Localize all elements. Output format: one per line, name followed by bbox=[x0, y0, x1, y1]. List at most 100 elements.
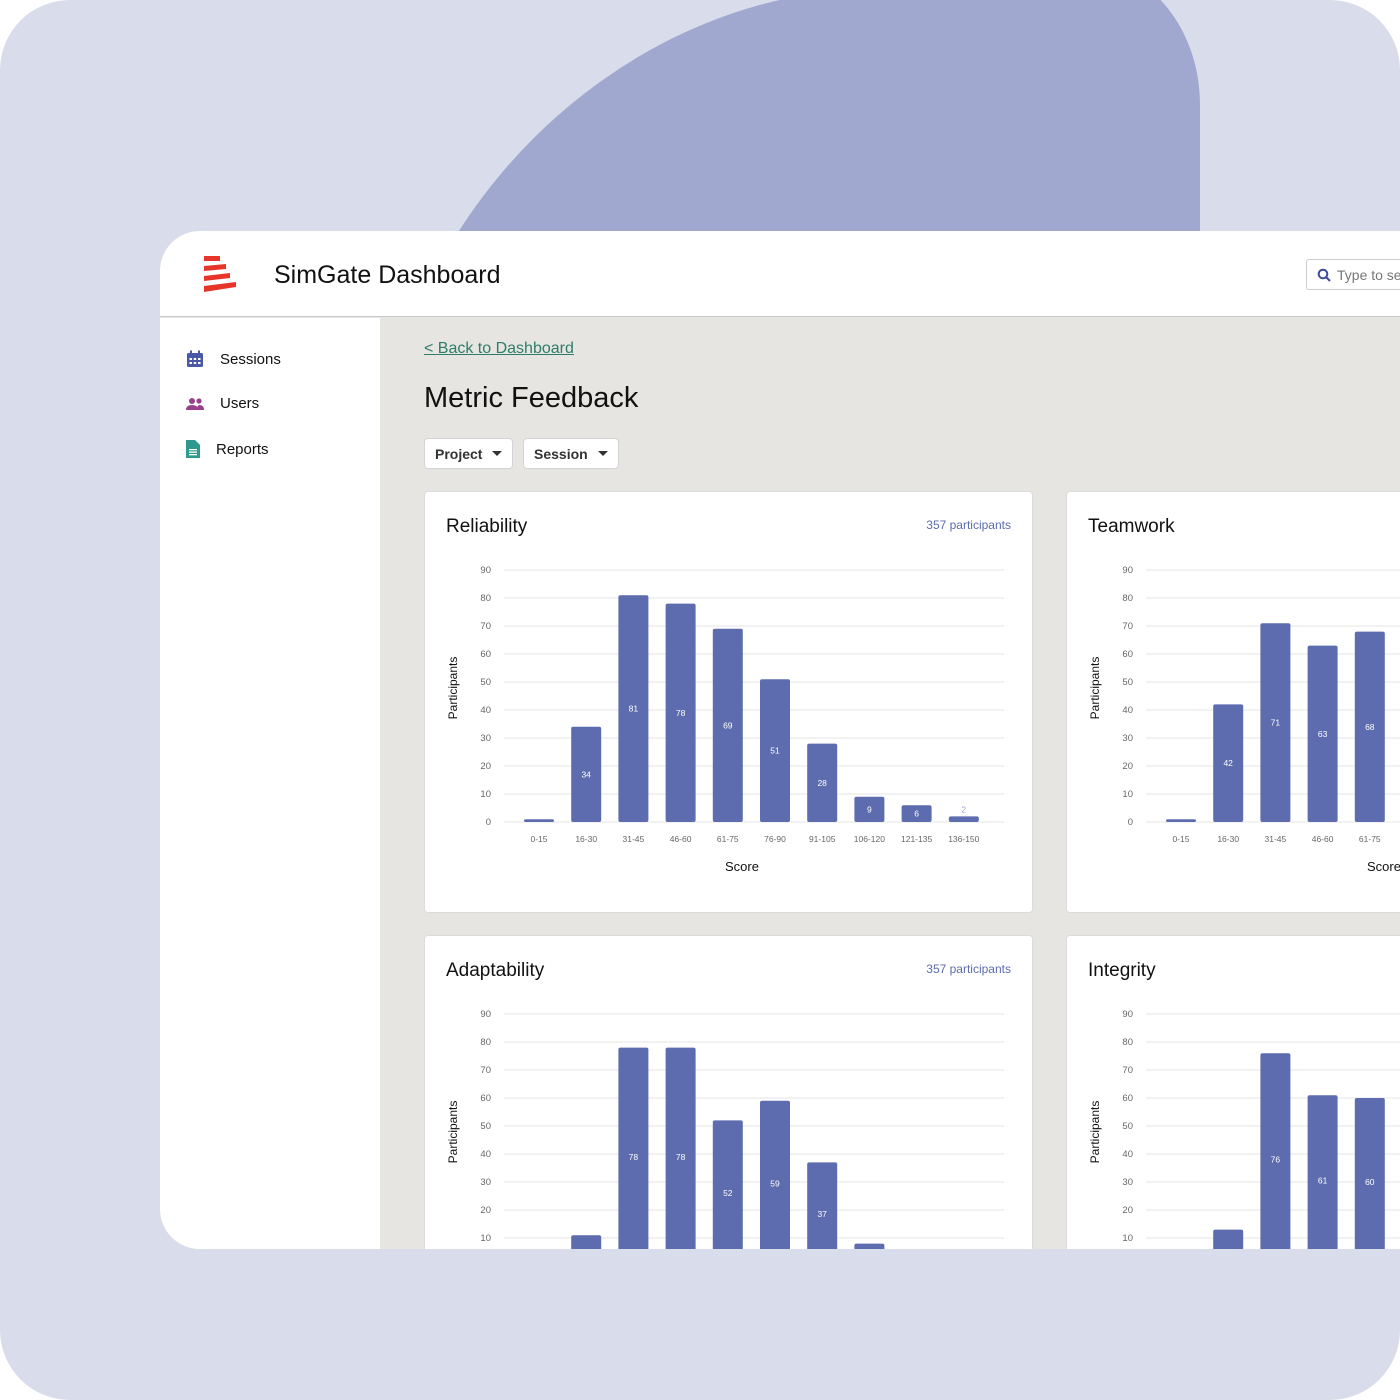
y-axis-label: Participants bbox=[1088, 1101, 1102, 1164]
bar bbox=[760, 1100, 790, 1249]
data-label: 78 bbox=[676, 708, 686, 718]
x-tick-label: 16-30 bbox=[1217, 834, 1239, 844]
y-tick-label: 30 bbox=[480, 1177, 491, 1188]
y-tick-label: 20 bbox=[480, 761, 491, 772]
data-label: 51 bbox=[770, 746, 780, 756]
sidebar-item-reports[interactable]: Reports bbox=[186, 440, 269, 458]
bar bbox=[571, 1235, 602, 1249]
y-tick-label: 40 bbox=[480, 1149, 491, 1160]
page-title: Metric Feedback bbox=[424, 382, 639, 414]
y-tick-label: 30 bbox=[1122, 1177, 1133, 1188]
calendar-icon bbox=[187, 350, 203, 367]
bar bbox=[807, 1162, 838, 1249]
x-axis-label: Score bbox=[1367, 859, 1400, 874]
y-tick-label: 40 bbox=[480, 705, 491, 716]
bar-chart: 0102030405060708090ParticipantsScore0-15… bbox=[1088, 1009, 1400, 1249]
data-label: 6 bbox=[914, 809, 919, 819]
app-window: SimGate Dashboard Type to search Session… bbox=[160, 231, 1400, 1249]
chart-card-integrity: Integrity 0 10 20 30 40 50 60 70 80 90 Participant… bbox=[1066, 935, 1400, 1249]
sidebar-item-label: Reports bbox=[216, 440, 269, 458]
bar bbox=[1307, 1095, 1338, 1249]
y-tick-label: 60 bbox=[480, 1093, 491, 1104]
y-tick-label: 30 bbox=[1122, 733, 1133, 744]
document-icon bbox=[186, 440, 200, 458]
header: SimGate Dashboard Type to search bbox=[160, 231, 1400, 317]
bar bbox=[1354, 1098, 1385, 1249]
y-tick-label: 40 bbox=[1122, 705, 1133, 716]
bar bbox=[665, 1047, 696, 1249]
sidebar: Sessions Users Reports bbox=[160, 318, 380, 1249]
y-tick-label: 80 bbox=[480, 1037, 491, 1048]
dropdown-label: Session bbox=[534, 445, 588, 462]
x-axis-label: Score bbox=[725, 859, 759, 874]
project-dropdown[interactable]: Project bbox=[424, 438, 514, 469]
y-tick-label: 60 bbox=[480, 649, 491, 660]
app-title: SimGate Dashboard bbox=[274, 261, 501, 289]
y-tick-label: 50 bbox=[1122, 677, 1133, 688]
data-label: 76 bbox=[1271, 1155, 1281, 1165]
x-tick-label: 0-15 bbox=[530, 834, 547, 844]
session-dropdown[interactable]: Session bbox=[523, 438, 619, 469]
sidebar-item-label: Sessions bbox=[220, 350, 281, 368]
main-content: < Back to Dashboard Metric Feedback Proj… bbox=[380, 318, 1400, 1249]
x-tick-label: 46-60 bbox=[670, 834, 692, 844]
x-tick-label: 31-45 bbox=[623, 834, 645, 844]
y-tick-label: 90 bbox=[1122, 565, 1133, 576]
y-axis-label: Participants bbox=[1088, 657, 1102, 720]
y-tick-label: 0 bbox=[486, 817, 491, 828]
x-tick-label: 0-15 bbox=[1172, 834, 1189, 844]
data-label: 81 bbox=[629, 704, 639, 714]
bar bbox=[618, 1047, 649, 1249]
y-tick-label: 80 bbox=[1122, 1037, 1133, 1048]
back-to-dashboard-link[interactable]: < Back to Dashboard bbox=[424, 340, 574, 358]
data-label: 63 bbox=[1318, 729, 1328, 739]
y-tick-label: 10 bbox=[1122, 789, 1133, 800]
users-icon bbox=[186, 397, 204, 410]
data-label: 34 bbox=[581, 769, 591, 779]
data-label: 42 bbox=[1223, 758, 1233, 768]
x-tick-label: 16-30 bbox=[575, 834, 597, 844]
x-tick-label: 76-90 bbox=[764, 834, 786, 844]
data-label: 9 bbox=[867, 804, 872, 814]
search-input[interactable]: Type to search bbox=[1306, 259, 1400, 290]
x-tick-label: 91-105 bbox=[809, 834, 836, 844]
sidebar-item-users[interactable]: Users bbox=[186, 395, 259, 412]
bar bbox=[1213, 1229, 1244, 1249]
y-tick-label: 50 bbox=[480, 677, 491, 688]
bar bbox=[1260, 1053, 1291, 1249]
y-tick-label: 90 bbox=[1122, 1009, 1133, 1020]
y-tick-label: 10 bbox=[1122, 1233, 1133, 1244]
data-label: 68 bbox=[1365, 722, 1375, 732]
x-tick-label: 106-120 bbox=[854, 834, 885, 844]
bar bbox=[524, 819, 554, 822]
y-tick-label: 50 bbox=[480, 1121, 491, 1132]
x-tick-label: 61-75 bbox=[1359, 834, 1381, 844]
data-label: 60 bbox=[1365, 1177, 1375, 1187]
y-tick-label: 10 bbox=[480, 789, 491, 800]
y-tick-label: 40 bbox=[1122, 1149, 1133, 1160]
data-label: 52 bbox=[723, 1188, 733, 1198]
caret-down-icon bbox=[597, 451, 608, 456]
data-label: 78 bbox=[676, 1152, 686, 1162]
bar-chart: 0102030405060708090ParticipantsScore0-15… bbox=[446, 565, 1004, 874]
y-tick-label: 80 bbox=[1122, 593, 1133, 604]
bar bbox=[948, 816, 979, 822]
data-label: 71 bbox=[1271, 718, 1281, 728]
y-tick-label: 60 bbox=[1122, 1093, 1133, 1104]
y-tick-label: 20 bbox=[1122, 1205, 1133, 1216]
data-label: 2 bbox=[961, 804, 966, 814]
chart-card-reliability: Reliability 357 participants 0 10 20 30 40 50… bbox=[424, 491, 1033, 913]
dropdown-label: Project bbox=[435, 445, 483, 462]
sidebar-item-sessions[interactable]: Sessions bbox=[186, 350, 281, 368]
y-tick-label: 70 bbox=[480, 1065, 491, 1076]
data-label: 61 bbox=[1318, 1176, 1328, 1186]
logo-icon bbox=[204, 256, 236, 292]
x-tick-label: 61-75 bbox=[717, 834, 739, 844]
y-axis-label: Participants bbox=[446, 657, 460, 720]
bar bbox=[854, 1243, 885, 1249]
data-label: 78 bbox=[629, 1152, 639, 1162]
search-placeholder: Type to search bbox=[1337, 266, 1400, 283]
y-tick-label: 90 bbox=[480, 565, 491, 576]
y-tick-label: 80 bbox=[480, 593, 491, 604]
y-tick-label: 60 bbox=[1122, 649, 1133, 660]
